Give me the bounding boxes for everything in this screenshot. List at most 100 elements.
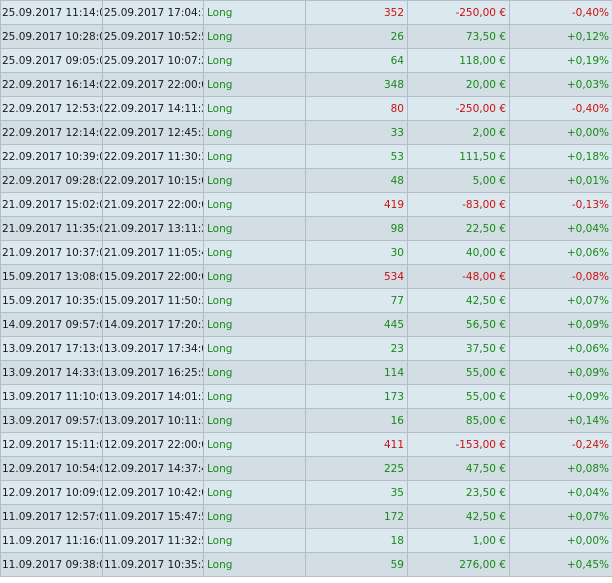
duration-cell: 225 — [305, 456, 408, 481]
duration-cell: 411 — [305, 432, 408, 457]
close-time-cell: 13.09.2017 14:01:33 — [102, 384, 204, 409]
close-time-cell: 22.09.2017 22:00:01 — [102, 72, 204, 97]
percent-change-cell: +0,00% — [509, 528, 612, 553]
open-time-cell: 25.09.2017 10:28:00 — [0, 24, 103, 49]
table-row: 22.09.2017 16:14:0022.09.2017 22:00:01Lo… — [0, 72, 612, 97]
percent-change-cell: -0,08% — [509, 264, 612, 289]
table-row: 13.09.2017 11:10:0013.09.2017 14:01:33Lo… — [0, 384, 612, 409]
profit-loss-cell: -250,00 € — [407, 0, 510, 25]
profit-loss-cell: 1,00 € — [407, 528, 510, 553]
duration-cell: 26 — [305, 24, 408, 49]
open-time-cell: 22.09.2017 16:14:00 — [0, 72, 103, 97]
duration-cell: 77 — [305, 288, 408, 313]
table-row: 11.09.2017 09:38:0011.09.2017 10:35:26Lo… — [0, 552, 612, 577]
direction-cell: Long — [203, 144, 306, 169]
open-time-cell: 22.09.2017 12:53:00 — [0, 96, 103, 121]
table-row: 12.09.2017 15:11:0012.09.2017 22:00:01Lo… — [0, 432, 612, 457]
profit-loss-cell: 42,50 € — [407, 504, 510, 529]
percent-change-cell: +0,08% — [509, 456, 612, 481]
direction-cell: Long — [203, 504, 306, 529]
direction-cell: Long — [203, 240, 306, 265]
direction-cell: Long — [203, 456, 306, 481]
table-row: 15.09.2017 13:08:0015.09.2017 22:00:01Lo… — [0, 264, 612, 289]
percent-change-cell: +0,09% — [509, 384, 612, 409]
duration-cell: 172 — [305, 504, 408, 529]
direction-cell: Long — [203, 408, 306, 433]
direction-cell: Long — [203, 552, 306, 577]
table-row: 11.09.2017 12:57:0011.09.2017 15:47:52Lo… — [0, 504, 612, 529]
open-time-cell: 25.09.2017 11:14:00 — [0, 0, 103, 25]
profit-loss-cell: 37,50 € — [407, 336, 510, 361]
table-row: 22.09.2017 12:53:0022.09.2017 14:11:29Lo… — [0, 96, 612, 121]
open-time-cell: 14.09.2017 09:57:00 — [0, 312, 103, 337]
close-time-cell: 21.09.2017 13:11:23 — [102, 216, 204, 241]
open-time-cell: 13.09.2017 14:33:00 — [0, 360, 103, 385]
table-row: 25.09.2017 10:28:0025.09.2017 10:52:53Lo… — [0, 24, 612, 49]
close-time-cell: 22.09.2017 12:45:32 — [102, 120, 204, 145]
profit-loss-cell: 40,00 € — [407, 240, 510, 265]
profit-loss-cell: 2,00 € — [407, 120, 510, 145]
table-row: 12.09.2017 10:09:0012.09.2017 10:42:09Lo… — [0, 480, 612, 505]
direction-cell: Long — [203, 312, 306, 337]
percent-change-cell: -0,24% — [509, 432, 612, 457]
direction-cell: Long — [203, 264, 306, 289]
close-time-cell: 12.09.2017 14:37:47 — [102, 456, 204, 481]
open-time-cell: 22.09.2017 10:39:00 — [0, 144, 103, 169]
profit-loss-cell: 276,00 € — [407, 552, 510, 577]
direction-cell: Long — [203, 336, 306, 361]
close-time-cell: 12.09.2017 10:42:09 — [102, 480, 204, 505]
percent-change-cell: +0,06% — [509, 240, 612, 265]
close-time-cell: 13.09.2017 10:11:19 — [102, 408, 204, 433]
direction-cell: Long — [203, 120, 306, 145]
table-row: 12.09.2017 10:54:0012.09.2017 14:37:47Lo… — [0, 456, 612, 481]
percent-change-cell: +0,07% — [509, 288, 612, 313]
table-row: 21.09.2017 10:37:0021.09.2017 11:05:40Lo… — [0, 240, 612, 265]
direction-cell: Long — [203, 96, 306, 121]
close-time-cell: 14.09.2017 17:20:30 — [102, 312, 204, 337]
close-time-cell: 25.09.2017 10:07:24 — [102, 48, 204, 73]
profit-loss-cell: -83,00 € — [407, 192, 510, 217]
close-time-cell: 25.09.2017 17:04:15 — [102, 0, 204, 25]
direction-cell: Long — [203, 48, 306, 73]
open-time-cell: 13.09.2017 09:57:00 — [0, 408, 103, 433]
close-time-cell: 11.09.2017 11:32:59 — [102, 528, 204, 553]
percent-change-cell: +0,07% — [509, 504, 612, 529]
percent-change-cell: -0,13% — [509, 192, 612, 217]
percent-change-cell: -0,40% — [509, 0, 612, 25]
profit-loss-cell: -153,00 € — [407, 432, 510, 457]
percent-change-cell: +0,12% — [509, 24, 612, 49]
duration-cell: 348 — [305, 72, 408, 97]
percent-change-cell: +0,19% — [509, 48, 612, 73]
direction-cell: Long — [203, 24, 306, 49]
duration-cell: 534 — [305, 264, 408, 289]
table-row: 15.09.2017 10:35:0015.09.2017 11:50:36Lo… — [0, 288, 612, 313]
duration-cell: 30 — [305, 240, 408, 265]
open-time-cell: 13.09.2017 11:10:00 — [0, 384, 103, 409]
table-row: 22.09.2017 10:39:0022.09.2017 11:30:32Lo… — [0, 144, 612, 169]
direction-cell: Long — [203, 0, 306, 25]
close-time-cell: 13.09.2017 17:34:08 — [102, 336, 204, 361]
table-row: 13.09.2017 09:57:0013.09.2017 10:11:19Lo… — [0, 408, 612, 433]
table-row: 21.09.2017 11:35:0021.09.2017 13:11:23Lo… — [0, 216, 612, 241]
profit-loss-cell: 118,00 € — [407, 48, 510, 73]
direction-cell: Long — [203, 384, 306, 409]
direction-cell: Long — [203, 192, 306, 217]
table-row: 13.09.2017 17:13:0013.09.2017 17:34:08Lo… — [0, 336, 612, 361]
open-time-cell: 12.09.2017 10:54:00 — [0, 456, 103, 481]
direction-cell: Long — [203, 168, 306, 193]
open-time-cell: 15.09.2017 10:35:00 — [0, 288, 103, 313]
table-row: 11.09.2017 11:16:0011.09.2017 11:32:59Lo… — [0, 528, 612, 553]
direction-cell: Long — [203, 528, 306, 553]
open-time-cell: 21.09.2017 11:35:00 — [0, 216, 103, 241]
open-time-cell: 12.09.2017 15:11:00 — [0, 432, 103, 457]
direction-cell: Long — [203, 432, 306, 457]
duration-cell: 352 — [305, 0, 408, 25]
duration-cell: 59 — [305, 552, 408, 577]
profit-loss-cell: 55,00 € — [407, 360, 510, 385]
percent-change-cell: +0,03% — [509, 72, 612, 97]
profit-loss-cell: 111,50 € — [407, 144, 510, 169]
percent-change-cell: +0,01% — [509, 168, 612, 193]
close-time-cell: 11.09.2017 10:35:26 — [102, 552, 204, 577]
close-time-cell: 13.09.2017 16:25:51 — [102, 360, 204, 385]
table-row: 14.09.2017 09:57:0014.09.2017 17:20:30Lo… — [0, 312, 612, 337]
